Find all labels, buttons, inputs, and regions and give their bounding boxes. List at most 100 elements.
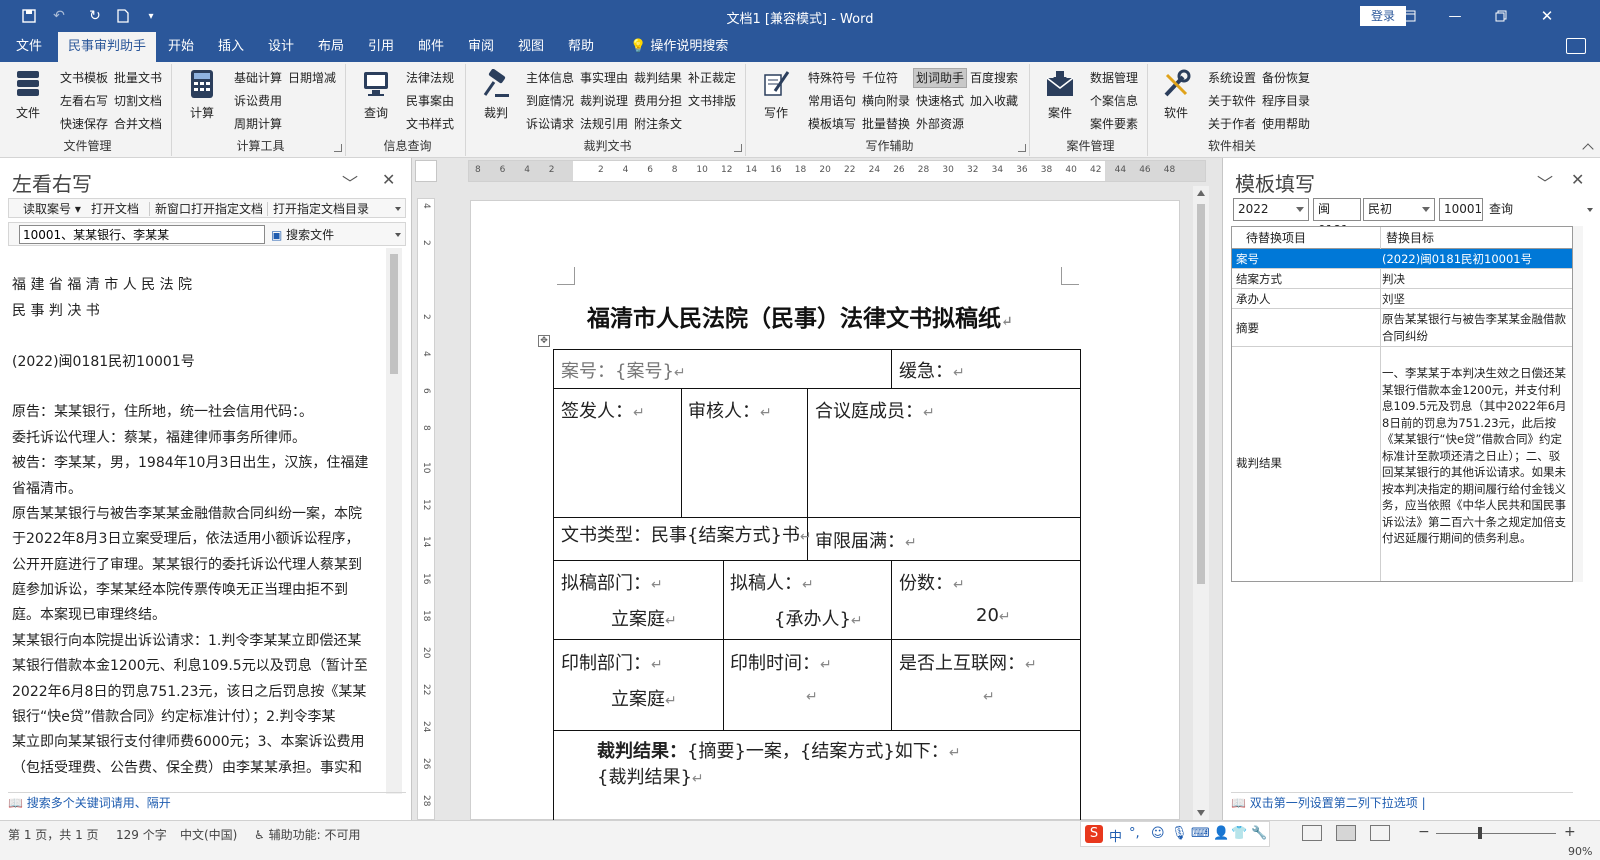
tab-file[interactable]: 文件 bbox=[8, 32, 50, 62]
print-time-value[interactable]: ↵ bbox=[806, 685, 818, 706]
collapse-ribbon-icon[interactable] bbox=[1582, 143, 1594, 155]
ime-toolbar[interactable]: S 中 °, ☺ 🎙 ⌨ 👤 👕 🔧 bbox=[1080, 821, 1270, 847]
batch-replace-button[interactable]: 批量替换 bbox=[862, 114, 910, 134]
court-code-field[interactable]: 闽0181 bbox=[1313, 198, 1361, 237]
column-header[interactable]: 替换目标 bbox=[1380, 227, 1572, 249]
online-value[interactable]: ↵ bbox=[983, 685, 995, 706]
query-big-button[interactable]: 查询 bbox=[354, 68, 398, 124]
search-input[interactable] bbox=[19, 225, 265, 244]
appendix-button[interactable]: 附注条文 bbox=[634, 114, 682, 134]
copies-field[interactable]: 份数：↵ bbox=[899, 569, 965, 595]
tell-me-search[interactable]: 💡 操作说明搜索 bbox=[630, 32, 728, 62]
accessibility-status[interactable]: ♿ 辅助功能: 不可用 bbox=[254, 826, 360, 843]
template-fill-button[interactable]: 模板填写 bbox=[808, 114, 856, 134]
left-pane-scrollbar[interactable] bbox=[386, 248, 402, 794]
zoom-slider[interactable] bbox=[1436, 833, 1556, 834]
panel-members-field[interactable]: 合议庭成员：↵ bbox=[815, 397, 935, 423]
tab-layout[interactable]: 布局 bbox=[310, 32, 352, 62]
read-mode-icon[interactable] bbox=[1302, 825, 1322, 841]
about-author-button[interactable]: 关于作者 bbox=[1208, 114, 1256, 134]
common-phrases-button[interactable]: 常用语句 bbox=[808, 91, 856, 111]
laws-button[interactable]: 法律法规 bbox=[406, 68, 454, 88]
row-value[interactable]: 刘坚 bbox=[1382, 291, 1570, 308]
row-value[interactable]: 原告某某银行与被告李某某金融借款合同纠纷 bbox=[1382, 311, 1570, 344]
table-row[interactable]: 案号 (2022)闽0181民初10001号 bbox=[1232, 249, 1572, 269]
claims-button[interactable]: 诉讼请求 bbox=[526, 114, 574, 134]
doc-style-button[interactable]: 文书样式 bbox=[406, 114, 454, 134]
civil-cause-button[interactable]: 民事案由 bbox=[406, 91, 454, 111]
scrollbar-thumb[interactable] bbox=[390, 254, 398, 374]
group-launcher-icon[interactable] bbox=[334, 144, 342, 152]
word-count[interactable]: 129 个字 bbox=[116, 826, 167, 843]
doc-template-button[interactable]: 文书模板 bbox=[60, 68, 108, 88]
software-big-button[interactable]: 软件 bbox=[1154, 68, 1198, 124]
web-layout-icon[interactable] bbox=[1370, 825, 1390, 841]
row-value[interactable]: 判决 bbox=[1382, 271, 1570, 288]
toolbar-overflow-icon[interactable] bbox=[1587, 208, 1593, 212]
vertical-ruler[interactable]: 4 2 2 4 6 8 10 12 14 16 18 20 22 24 26 28 bbox=[417, 198, 435, 820]
tab-view[interactable]: 视图 bbox=[510, 32, 552, 62]
judgment-result-button[interactable]: 裁判结果 bbox=[634, 68, 682, 88]
special-symbol-button[interactable]: 特殊符号 bbox=[808, 68, 856, 88]
about-software-button[interactable]: 关于软件 bbox=[1208, 91, 1256, 111]
voice-icon[interactable]: 🎙 bbox=[1171, 826, 1188, 841]
scroll-down-icon[interactable] bbox=[1197, 810, 1205, 816]
external-resources-button[interactable]: 外部资源 bbox=[916, 114, 964, 134]
drafter-value[interactable]: {承办人}↵ bbox=[774, 605, 863, 631]
tab-mailings[interactable]: 邮件 bbox=[410, 32, 452, 62]
punctuation-icon[interactable]: °, bbox=[1129, 826, 1140, 841]
copies-value[interactable]: 20↵ bbox=[976, 605, 1011, 626]
quick-format-button[interactable]: 快速格式 bbox=[916, 91, 964, 111]
document-heading[interactable]: 福清市人民法院（民事）法律文书拟稿纸↵ bbox=[587, 299, 1013, 333]
case-big-button[interactable]: 案件 bbox=[1038, 68, 1082, 124]
case-info-button[interactable]: 个案信息 bbox=[1090, 91, 1138, 111]
urgency-field[interactable]: 缓急：↵ bbox=[899, 357, 965, 383]
zoom-in-icon[interactable]: + bbox=[1564, 824, 1576, 840]
close-icon[interactable]: ✕ bbox=[1524, 0, 1570, 32]
tab-help[interactable]: 帮助 bbox=[560, 32, 602, 62]
scrollbar-thumb[interactable] bbox=[1197, 204, 1205, 584]
emoji-icon[interactable]: ☺ bbox=[1151, 826, 1165, 841]
read-case-no-dropdown[interactable]: 读取案号 ▾ bbox=[23, 200, 81, 218]
online-field[interactable]: 是否上互联网：↵ bbox=[899, 649, 1037, 675]
scroll-up-icon[interactable] bbox=[1197, 190, 1205, 196]
print-dept-value[interactable]: 立案庭↵ bbox=[611, 685, 677, 711]
party-info-button[interactable]: 主体信息 bbox=[526, 68, 574, 88]
toolbar-overflow-icon[interactable] bbox=[395, 207, 401, 211]
horizontal-ruler[interactable]: 8 6 4 2 2 4 6 8 10 12 14 16 18 20 22 24 26 28 30 32 34 36 38 40… bbox=[468, 160, 1206, 182]
tab-selector[interactable] bbox=[415, 160, 437, 182]
period-calc-button[interactable]: 周期计算 bbox=[234, 114, 282, 134]
reference-document-text[interactable]: 福 建 省 福 清 市 人 民 法 院 民 事 判 决 书 (2022)闽018… bbox=[8, 248, 396, 794]
skin-icon[interactable]: 👕 bbox=[1231, 826, 1247, 841]
restore-icon[interactable] bbox=[1478, 0, 1524, 32]
result-placeholder[interactable]: {裁判结果}↵ bbox=[597, 763, 704, 789]
pane-options-icon[interactable]: ﹀ bbox=[1537, 170, 1553, 194]
ime-mode[interactable]: 中 bbox=[1109, 826, 1122, 845]
basic-calc-button[interactable]: 基础计算 bbox=[234, 68, 282, 88]
case-number-field[interactable]: 10001 bbox=[1439, 198, 1483, 221]
landscape-appendix-button[interactable]: 横向附录 bbox=[862, 91, 910, 111]
group-launcher-icon[interactable] bbox=[1018, 144, 1026, 152]
zoom-level[interactable]: 90% bbox=[1568, 845, 1592, 858]
left-read-right-write-button[interactable]: 左看右写 bbox=[60, 91, 108, 111]
date-calc-button[interactable]: 日期增减 bbox=[288, 68, 336, 88]
writing-big-button[interactable]: 写作 bbox=[754, 68, 798, 124]
drafter-field[interactable]: 拟稿人：↵ bbox=[730, 569, 814, 595]
typesetting-button[interactable]: 文书排版 bbox=[688, 91, 736, 111]
case-elements-button[interactable]: 案件要素 bbox=[1090, 114, 1138, 134]
signer-field[interactable]: 签发人：↵ bbox=[561, 397, 645, 423]
tab-civil-assistant[interactable]: 民事审判助手 bbox=[58, 32, 156, 62]
table-move-handle-icon[interactable]: ✥ bbox=[538, 335, 550, 347]
doc-type-field[interactable]: 文书类型：民事{结案方式}书↵ bbox=[561, 521, 812, 547]
pane-close-icon[interactable]: ✕ bbox=[382, 170, 395, 189]
reasoning-button[interactable]: 裁判说理 bbox=[580, 91, 628, 111]
year-select[interactable]: 2022 bbox=[1233, 198, 1309, 221]
word-helper-button[interactable]: 划词助手 bbox=[913, 68, 968, 88]
pane-options-icon[interactable]: ﹀ bbox=[342, 170, 358, 194]
group-launcher-icon[interactable] bbox=[734, 144, 742, 152]
baidu-search-button[interactable]: 百度搜索 bbox=[970, 68, 1018, 88]
print-layout-icon[interactable] bbox=[1336, 825, 1356, 841]
minimize-icon[interactable]: — bbox=[1432, 0, 1478, 32]
result-field[interactable]: 裁判结果：{摘要}一案，{结案方式}如下：↵ bbox=[597, 737, 961, 763]
fee-sharing-button[interactable]: 费用分担 bbox=[634, 91, 682, 111]
